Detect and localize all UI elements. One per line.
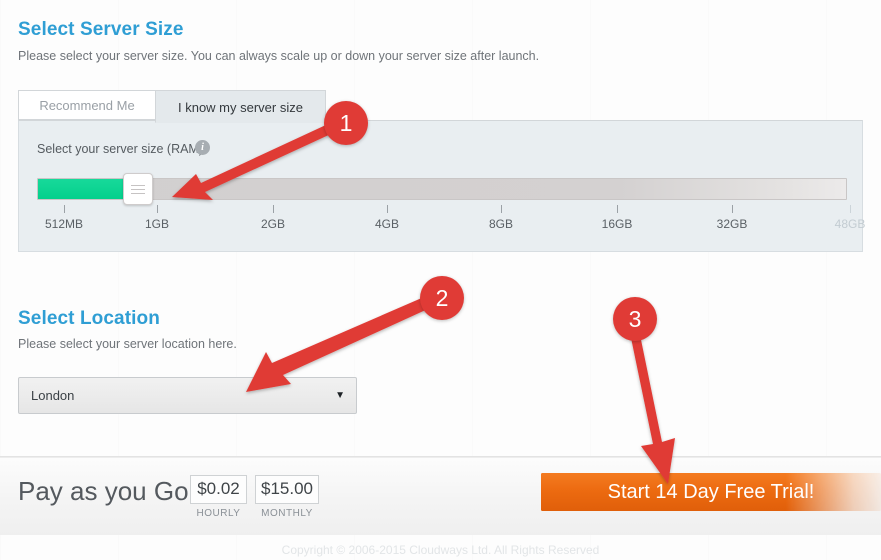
tick-mark xyxy=(272,205,274,213)
tick-label: 16GB xyxy=(601,217,633,231)
start-free-trial-button[interactable]: Start 14 Day Free Trial! xyxy=(541,473,881,511)
tick-label: 48GB xyxy=(834,217,866,231)
select-location-subtitle: Please select your server location here. xyxy=(18,337,237,351)
server-size-tabs: Recommend Me I know my server size xyxy=(18,90,863,123)
select-server-size-title: Select Server Size xyxy=(18,19,184,40)
server-size-panel: Select your server size (RAM) i 512MB 1GB… xyxy=(18,120,865,252)
slider-tick-8gb[interactable]: 8GB xyxy=(466,205,536,231)
location-select[interactable]: London ▼ xyxy=(18,377,357,414)
tick-label: 32GB xyxy=(716,217,748,231)
annotation-badge-3: 3 xyxy=(613,297,657,341)
slider-tick-16gb[interactable]: 16GB xyxy=(582,205,652,231)
chevron-down-icon: ▼ xyxy=(335,390,345,401)
slider-tick-48gb[interactable]: 48GB xyxy=(815,205,881,231)
tick-mark xyxy=(63,205,65,213)
select-server-size-subtitle: Please select your server size. You can … xyxy=(18,49,540,63)
tick-mark xyxy=(616,205,618,213)
slider-thumb-handle[interactable] xyxy=(123,173,153,205)
tick-label: 4GB xyxy=(374,217,399,231)
tick-label: 1GB xyxy=(144,217,169,231)
slider-tick-labels: 512MB 1GB 2GB 4GB 8GB 16GB 32GB 48GB xyxy=(19,205,865,245)
slider-tick-512mb[interactable]: 512MB xyxy=(29,205,99,231)
select-location-title: Select Location xyxy=(18,308,160,329)
tick-mark xyxy=(731,205,733,213)
grip-line xyxy=(131,193,145,194)
annotation-badge-2: 2 xyxy=(420,276,464,320)
tick-label: 2GB xyxy=(260,217,285,231)
slider-fill xyxy=(38,179,126,199)
footer-copyright: Copyright © 2006-2015 Cloudways Ltd. All… xyxy=(281,543,600,557)
slider-tick-2gb[interactable]: 2GB xyxy=(238,205,308,231)
tick-label: 512MB xyxy=(44,217,84,231)
pay-as-you-go-label: Pay as you Go! xyxy=(18,476,196,506)
grip-line xyxy=(131,189,145,190)
slider-label: Select your server size (RAM) xyxy=(37,142,204,156)
tick-label: 8GB xyxy=(488,217,513,231)
tab-recommend-me[interactable]: Recommend Me xyxy=(18,90,156,120)
slider-tick-1gb[interactable]: 1GB xyxy=(122,205,192,231)
price-monthly-unit: MONTHLY xyxy=(261,508,313,519)
tab-i-know-my-server-size[interactable]: I know my server size xyxy=(155,90,326,123)
price-hourly-unit: HOURLY xyxy=(196,508,241,519)
location-select-value: London xyxy=(31,388,75,403)
info-icon[interactable]: i xyxy=(195,140,210,155)
server-size-slider[interactable] xyxy=(37,173,847,205)
price-monthly-amount: $15.00 xyxy=(255,475,319,504)
price-hourly: $0.02 HOURLY xyxy=(190,475,247,519)
price-monthly: $15.00 MONTHLY xyxy=(255,475,319,519)
slider-tick-32gb[interactable]: 32GB xyxy=(697,205,767,231)
tick-mark xyxy=(156,205,158,213)
price-hourly-amount: $0.02 xyxy=(190,475,247,504)
tick-mark xyxy=(849,205,851,213)
grip-line xyxy=(131,185,145,186)
slider-tick-4gb[interactable]: 4GB xyxy=(352,205,422,231)
tick-mark xyxy=(500,205,502,213)
tick-mark xyxy=(386,205,388,213)
